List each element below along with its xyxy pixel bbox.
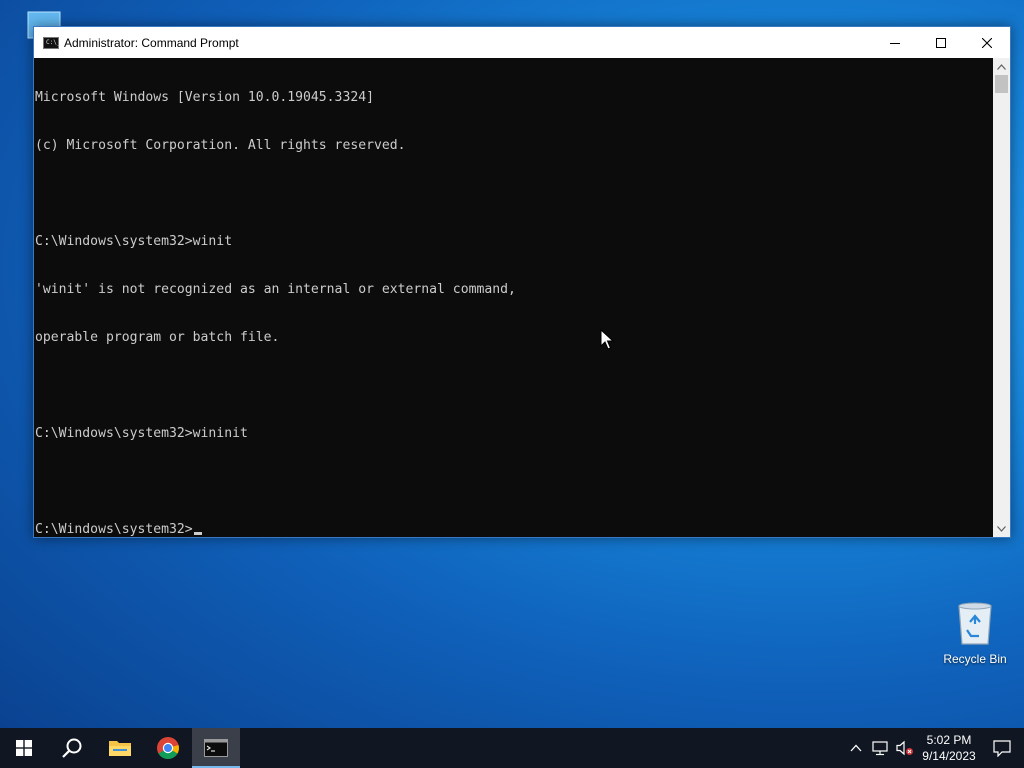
text-cursor: [193, 532, 202, 535]
show-hidden-icons-button[interactable]: [844, 728, 868, 768]
scroll-down-button[interactable]: [993, 520, 1010, 537]
console-line: 'winit' is not recognized as an internal…: [35, 282, 516, 297]
close-button[interactable]: [964, 27, 1010, 58]
chrome-button[interactable]: [144, 728, 192, 768]
folder-icon: [109, 741, 131, 756]
search-button[interactable]: [48, 728, 96, 768]
system-tray: 5:02 PM 9/14/2023: [844, 728, 1024, 768]
vertical-scrollbar[interactable]: [993, 58, 1010, 537]
console-line: operable program or batch file.: [35, 330, 280, 345]
scroll-up-button[interactable]: [993, 58, 1010, 75]
mouse-pointer-icon: [600, 329, 614, 350]
taskbar: 5:02 PM 9/14/2023: [0, 728, 1024, 768]
chrome-icon: [157, 737, 179, 759]
clock-time: 5:02 PM: [926, 733, 972, 747]
search-icon: [62, 738, 82, 758]
action-center-button[interactable]: [980, 728, 1024, 768]
command-prompt-window[interactable]: C:\_ Administrator: Command Prompt Micro…: [33, 26, 1011, 538]
close-icon: [982, 37, 992, 48]
file-explorer-button[interactable]: [96, 728, 144, 768]
windows-logo-icon: [16, 740, 32, 756]
command-prompt-icon: [204, 739, 228, 757]
recycle-bin-label: Recycle Bin: [943, 652, 1007, 666]
clock-date: 9/14/2023: [922, 749, 976, 763]
network-button[interactable]: [868, 728, 892, 768]
start-button[interactable]: [0, 728, 48, 768]
recycle-bin-icon: [958, 602, 992, 645]
volume-muted-icon: [896, 740, 913, 756]
minimize-icon: [890, 42, 900, 44]
console-prompt-line[interactable]: C:\Windows\system32>: [35, 522, 994, 537]
notification-icon: [993, 739, 1011, 757]
scroll-thumb[interactable]: [995, 75, 1008, 93]
chevron-up-icon: [850, 744, 862, 752]
command-prompt-icon: C:\_: [43, 36, 60, 49]
recycle-bin-desktop-icon[interactable]: Recycle Bin: [937, 600, 1013, 666]
console-output[interactable]: Microsoft Windows [Version 10.0.19045.33…: [34, 58, 994, 537]
minimize-button[interactable]: [872, 27, 918, 58]
window-title: Administrator: Command Prompt: [64, 35, 239, 50]
console-line: Microsoft Windows [Version 10.0.19045.33…: [35, 90, 374, 105]
chevron-up-icon: [997, 63, 1006, 70]
console-line: C:\Windows\system32>wininit: [35, 426, 248, 441]
network-icon: [872, 741, 888, 756]
console-line: C:\Windows\system32>winit: [35, 234, 233, 249]
chevron-down-icon: [997, 525, 1006, 532]
maximize-icon: [936, 37, 946, 48]
title-bar[interactable]: C:\_ Administrator: Command Prompt: [34, 27, 1010, 58]
console-prompt: C:\Windows\system32>: [35, 522, 193, 537]
volume-button[interactable]: [892, 728, 918, 768]
console-line: (c) Microsoft Corporation. All rights re…: [35, 138, 406, 153]
maximize-button[interactable]: [918, 27, 964, 58]
command-prompt-taskbar-button[interactable]: [192, 728, 240, 768]
clock[interactable]: 5:02 PM 9/14/2023: [918, 728, 980, 768]
